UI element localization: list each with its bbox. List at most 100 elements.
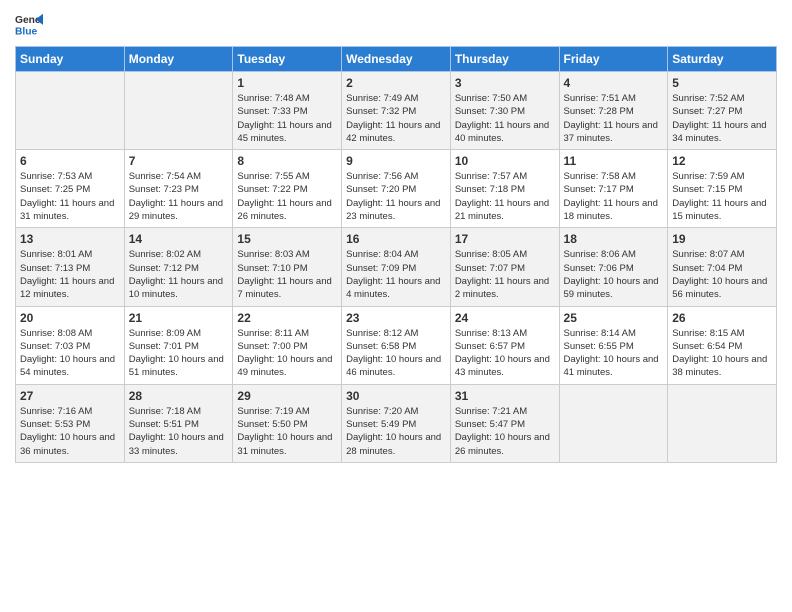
header-row: SundayMondayTuesdayWednesdayThursdayFrid…: [16, 47, 777, 72]
day-info: Sunrise: 8:01 AM Sunset: 7:13 PM Dayligh…: [20, 248, 120, 301]
day-info: Sunrise: 7:20 AM Sunset: 5:49 PM Dayligh…: [346, 405, 446, 458]
day-info: Sunrise: 7:50 AM Sunset: 7:30 PM Dayligh…: [455, 92, 555, 145]
day-info: Sunrise: 8:06 AM Sunset: 7:06 PM Dayligh…: [564, 248, 664, 301]
day-info: Sunrise: 8:13 AM Sunset: 6:57 PM Dayligh…: [455, 327, 555, 380]
calendar-cell: [668, 384, 777, 462]
day-number: 24: [455, 311, 555, 325]
calendar-week-row: 6 Sunrise: 7:53 AM Sunset: 7:25 PM Daylig…: [16, 150, 777, 228]
calendar-cell: 8Sunrise: 7:55 AM Sunset: 7:22 PM Daylig…: [233, 150, 342, 228]
day-number: 6: [20, 154, 120, 168]
day-info: Sunrise: 8:15 AM Sunset: 6:54 PM Dayligh…: [672, 327, 772, 380]
header-area: General Blue: [15, 10, 777, 38]
calendar-cell: 13 Sunrise: 8:01 AM Sunset: 7:13 PM Dayli…: [16, 228, 125, 306]
day-number: 20: [20, 311, 120, 325]
day-number: 15: [237, 232, 337, 246]
calendar-cell: 23 Sunrise: 8:12 AM Sunset: 6:58 PM Dayli…: [342, 306, 451, 384]
day-number: 5: [672, 76, 772, 90]
calendar-header: SundayMondayTuesdayWednesdayThursdayFrid…: [16, 47, 777, 72]
day-number: 12: [672, 154, 772, 168]
day-number: 28: [129, 389, 229, 403]
calendar-cell: 29 Sunrise: 7:19 AM Sunset: 5:50 PM Dayli…: [233, 384, 342, 462]
calendar-cell: 25 Sunrise: 8:14 AM Sunset: 6:55 PM Dayli…: [559, 306, 668, 384]
day-info: Sunrise: 8:12 AM Sunset: 6:58 PM Dayligh…: [346, 327, 446, 380]
day-number: 16: [346, 232, 446, 246]
day-number: 9: [346, 154, 446, 168]
day-number: 18: [564, 232, 664, 246]
calendar-cell: 27 Sunrise: 7:16 AM Sunset: 5:53 PM Dayli…: [16, 384, 125, 462]
calendar-week-row: 20Sunrise: 8:08 AM Sunset: 7:03 PM Dayli…: [16, 306, 777, 384]
day-info: Sunrise: 7:59 AM Sunset: 7:15 PM Dayligh…: [672, 170, 772, 223]
day-info: Sunrise: 7:52 AM Sunset: 7:27 PM Dayligh…: [672, 92, 772, 145]
day-number: 31: [455, 389, 555, 403]
day-info: Sunrise: 8:04 AM Sunset: 7:09 PM Dayligh…: [346, 248, 446, 301]
day-number: 22: [237, 311, 337, 325]
calendar-cell: 24 Sunrise: 8:13 AM Sunset: 6:57 PM Dayli…: [450, 306, 559, 384]
day-of-week-header: Friday: [559, 47, 668, 72]
calendar-cell: 22 Sunrise: 8:11 AM Sunset: 7:00 PM Dayli…: [233, 306, 342, 384]
svg-text:Blue: Blue: [15, 26, 38, 37]
day-number: 27: [20, 389, 120, 403]
day-info: Sunrise: 8:14 AM Sunset: 6:55 PM Dayligh…: [564, 327, 664, 380]
day-number: 3: [455, 76, 555, 90]
day-number: 7: [129, 154, 229, 168]
day-number: 13: [20, 232, 120, 246]
page: General Blue SundayMondayTuesdayWednesda…: [0, 0, 792, 612]
day-info: Sunrise: 7:58 AM Sunset: 7:17 PM Dayligh…: [564, 170, 664, 223]
day-info: Sunrise: 7:19 AM Sunset: 5:50 PM Dayligh…: [237, 405, 337, 458]
day-info: Sunrise: 7:49 AM Sunset: 7:32 PM Dayligh…: [346, 92, 446, 145]
calendar-cell: 21 Sunrise: 8:09 AM Sunset: 7:01 PM Dayli…: [124, 306, 233, 384]
calendar-cell: 26 Sunrise: 8:15 AM Sunset: 6:54 PM Dayli…: [668, 306, 777, 384]
calendar-cell: 1 Sunrise: 7:48 AM Sunset: 7:33 PM Daylig…: [233, 72, 342, 150]
logo: General Blue: [15, 10, 45, 38]
calendar-cell: 14 Sunrise: 8:02 AM Sunset: 7:12 PM Dayli…: [124, 228, 233, 306]
day-info: Sunrise: 8:05 AM Sunset: 7:07 PM Dayligh…: [455, 248, 555, 301]
day-number: 19: [672, 232, 772, 246]
calendar-cell: [124, 72, 233, 150]
calendar-cell: 7 Sunrise: 7:54 AM Sunset: 7:23 PM Daylig…: [124, 150, 233, 228]
calendar-cell: 4 Sunrise: 7:51 AM Sunset: 7:28 PM Daylig…: [559, 72, 668, 150]
calendar-cell: 30 Sunrise: 7:20 AM Sunset: 5:49 PM Dayli…: [342, 384, 451, 462]
day-number: 4: [564, 76, 664, 90]
day-of-week-header: Saturday: [668, 47, 777, 72]
calendar-cell: 10 Sunrise: 7:57 AM Sunset: 7:18 PM Dayli…: [450, 150, 559, 228]
day-number: 26: [672, 311, 772, 325]
calendar-cell: 11 Sunrise: 7:58 AM Sunset: 7:17 PM Dayli…: [559, 150, 668, 228]
day-info: Sunrise: 7:57 AM Sunset: 7:18 PM Dayligh…: [455, 170, 555, 223]
day-number: 29: [237, 389, 337, 403]
day-of-week-header: Tuesday: [233, 47, 342, 72]
calendar-cell: 18 Sunrise: 8:06 AM Sunset: 7:06 PM Dayli…: [559, 228, 668, 306]
day-info: Sunrise: 7:55 AM Sunset: 7:22 PM Dayligh…: [237, 170, 337, 223]
day-info: Sunrise: 7:48 AM Sunset: 7:33 PM Dayligh…: [237, 92, 337, 145]
calendar-cell: 12 Sunrise: 7:59 AM Sunset: 7:15 PM Dayli…: [668, 150, 777, 228]
day-info: Sunrise: 8:07 AM Sunset: 7:04 PM Dayligh…: [672, 248, 772, 301]
day-number: 1: [237, 76, 337, 90]
day-info: Sunrise: 7:21 AM Sunset: 5:47 PM Dayligh…: [455, 405, 555, 458]
day-number: 23: [346, 311, 446, 325]
day-info: Sunrise: 8:11 AM Sunset: 7:00 PM Dayligh…: [237, 327, 337, 380]
day-info: Sunrise: 8:09 AM Sunset: 7:01 PM Dayligh…: [129, 327, 229, 380]
calendar-week-row: 13 Sunrise: 8:01 AM Sunset: 7:13 PM Dayli…: [16, 228, 777, 306]
calendar-cell: 3 Sunrise: 7:50 AM Sunset: 7:30 PM Daylig…: [450, 72, 559, 150]
calendar-cell: 6 Sunrise: 7:53 AM Sunset: 7:25 PM Daylig…: [16, 150, 125, 228]
calendar-cell: 17Sunrise: 8:05 AM Sunset: 7:07 PM Dayli…: [450, 228, 559, 306]
day-of-week-header: Monday: [124, 47, 233, 72]
day-info: Sunrise: 7:16 AM Sunset: 5:53 PM Dayligh…: [20, 405, 120, 458]
calendar-cell: 19 Sunrise: 8:07 AM Sunset: 7:04 PM Dayli…: [668, 228, 777, 306]
day-info: Sunrise: 7:54 AM Sunset: 7:23 PM Dayligh…: [129, 170, 229, 223]
calendar-cell: 15Sunrise: 8:03 AM Sunset: 7:10 PM Dayli…: [233, 228, 342, 306]
day-number: 25: [564, 311, 664, 325]
calendar-cell: 9 Sunrise: 7:56 AM Sunset: 7:20 PM Daylig…: [342, 150, 451, 228]
day-number: 30: [346, 389, 446, 403]
day-info: Sunrise: 7:56 AM Sunset: 7:20 PM Dayligh…: [346, 170, 446, 223]
calendar-cell: 16 Sunrise: 8:04 AM Sunset: 7:09 PM Dayli…: [342, 228, 451, 306]
day-info: Sunrise: 7:53 AM Sunset: 7:25 PM Dayligh…: [20, 170, 120, 223]
day-number: 11: [564, 154, 664, 168]
calendar-table: SundayMondayTuesdayWednesdayThursdayFrid…: [15, 46, 777, 463]
day-number: 14: [129, 232, 229, 246]
calendar-cell: 31 Sunrise: 7:21 AM Sunset: 5:47 PM Dayli…: [450, 384, 559, 462]
calendar-cell: 28Sunrise: 7:18 AM Sunset: 5:51 PM Dayli…: [124, 384, 233, 462]
day-info: Sunrise: 8:02 AM Sunset: 7:12 PM Dayligh…: [129, 248, 229, 301]
day-number: 21: [129, 311, 229, 325]
day-info: Sunrise: 7:51 AM Sunset: 7:28 PM Dayligh…: [564, 92, 664, 145]
day-number: 10: [455, 154, 555, 168]
